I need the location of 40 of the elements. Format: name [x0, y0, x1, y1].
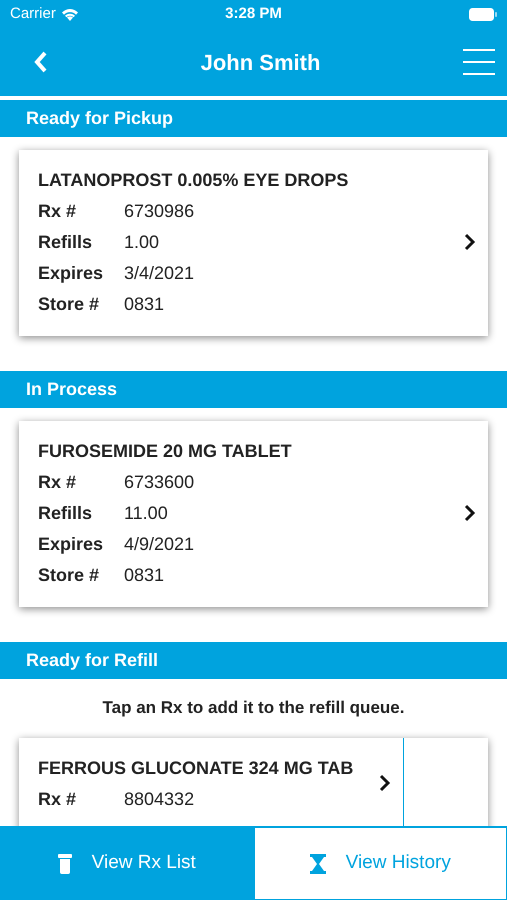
- hourglass-icon: [310, 854, 326, 874]
- menu-icon[interactable]: [463, 49, 495, 75]
- drug-name: FUROSEMIDE 20 MG TABLET: [38, 440, 293, 463]
- drug-name: LATANOPROST 0.005% EYE DROPS: [38, 169, 350, 192]
- pill-bottle-icon: [58, 854, 72, 874]
- chevron-left-icon: [34, 51, 48, 73]
- instruction-text: Tap an Rx to add it to the refill queue.: [102, 697, 406, 719]
- carrier-label: Carrier: [10, 4, 56, 24]
- field-label: Refills: [38, 231, 94, 254]
- chevron-right-icon: [464, 233, 476, 251]
- field-label: Store #: [38, 293, 100, 316]
- field-label: Store #: [38, 564, 100, 587]
- chevron-right-icon: [379, 774, 391, 792]
- field-value: 3/4/2021: [124, 262, 194, 285]
- page-title: John Smith: [200, 48, 320, 76]
- prescription-card[interactable]: FERROUS GLUCONATE 324 MG TAB Rx # 8804332: [19, 738, 488, 826]
- status-time: 3:28 PM: [225, 4, 282, 24]
- wifi-icon: [60, 8, 79, 20]
- battery-icon: [468, 8, 497, 20]
- field-value: 1.00: [124, 231, 160, 254]
- field-label: Rx #: [38, 788, 78, 810]
- field-label: Refills: [38, 502, 94, 525]
- drug-name: FERROUS GLUCONATE 324 MG TAB: [38, 756, 354, 780]
- section-header: Ready for Refill: [0, 642, 507, 679]
- section-header: Ready for Pickup: [0, 100, 507, 137]
- prescription-card[interactable]: LATANOPROST 0.005% EYE DROPS Rx # 6730986 Refills 1.00 Expires 3/4/2021 Store # 0831: [19, 150, 488, 336]
- field-value: 6730986: [124, 200, 194, 223]
- field-label: Expires: [38, 533, 104, 556]
- field-value: 11.00: [124, 502, 168, 525]
- section-header: In Process: [0, 371, 507, 408]
- field-value: 0831: [124, 293, 164, 316]
- chevron-right-icon: [464, 504, 476, 522]
- field-value: 4/9/2021: [124, 533, 194, 556]
- field-label: Expires: [38, 262, 104, 285]
- field-value: 0831: [124, 564, 164, 587]
- field-label: Rx #: [38, 200, 78, 223]
- field-value: 8804332: [124, 788, 194, 810]
- prescription-card[interactable]: FUROSEMIDE 20 MG TABLET Rx # 6733600 Refills 11.00 Expires 4/9/2021 Store # 0831: [19, 421, 488, 607]
- field-label: Rx #: [38, 471, 78, 494]
- field-value: 6733600: [124, 471, 194, 494]
